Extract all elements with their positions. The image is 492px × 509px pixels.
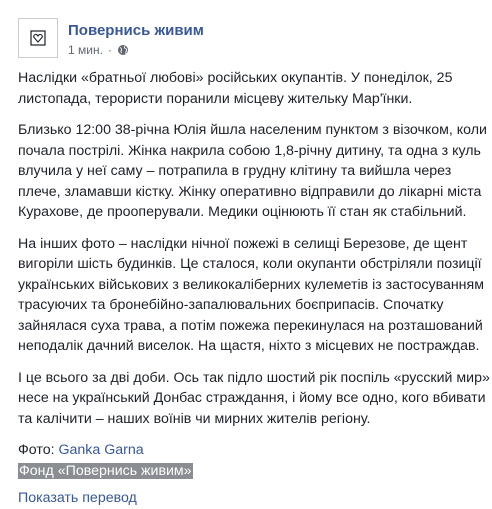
post-paragraph: Близько 12:00 38-річна Юлія йшла населен… bbox=[18, 122, 487, 220]
meta-separator: · bbox=[107, 43, 112, 57]
photo-label: Фото: bbox=[18, 442, 59, 458]
post-paragraph: І це всього за дві доби. Ось так підло ш… bbox=[18, 369, 490, 427]
heart-shield-icon bbox=[30, 30, 46, 46]
facebook-post: Повернись живим 1 мин. · Наслідки «братн… bbox=[0, 0, 492, 506]
highlight-line: Фонд «Повернись живим» bbox=[18, 461, 490, 482]
translate-link[interactable]: Показать перевод bbox=[18, 488, 490, 509]
post-header: Повернись живим 1 мин. · bbox=[18, 18, 488, 62]
post-paragraph: На інших фото – наслідки нічної пожежі в… bbox=[18, 235, 484, 355]
globe-icon[interactable] bbox=[117, 44, 129, 56]
photo-author-link[interactable]: Ganka Garna bbox=[58, 442, 143, 458]
page-name-link[interactable]: Повернись живим bbox=[68, 22, 204, 39]
photo-credit: Фото: Ganka Garna bbox=[18, 440, 490, 461]
post-meta: 1 мин. · bbox=[68, 43, 129, 57]
post-paragraph: Наслідки «братньої любові» російських ок… bbox=[18, 70, 453, 107]
post-timestamp[interactable]: 1 мин. bbox=[68, 43, 103, 57]
page-avatar[interactable] bbox=[18, 18, 58, 58]
post-body: Наслідки «братньої любові» російських ок… bbox=[18, 68, 490, 509]
highlighted-hashtag[interactable]: Фонд «Повернись живим» bbox=[18, 462, 193, 479]
